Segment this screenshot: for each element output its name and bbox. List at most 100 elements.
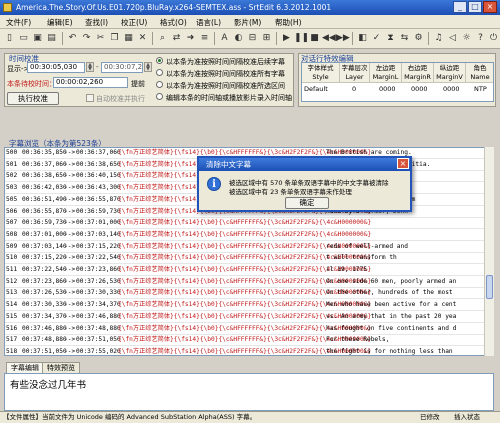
row-arrow: -->: [64, 242, 76, 250]
forward-icon[interactable]: ▶▶: [336, 32, 350, 45]
menu-find[interactable]: 查找(I): [85, 17, 108, 28]
row-start-time: 00:36:51,490: [22, 195, 67, 203]
tools-icon[interactable]: ⚙: [412, 32, 425, 45]
delete-icon[interactable]: ✕: [136, 32, 149, 45]
cut-icon[interactable]: ✂: [94, 32, 107, 45]
shift-value-field[interactable]: 00:00:02,260: [53, 77, 128, 88]
minimize-button[interactable]: _: [453, 1, 467, 13]
auto-checkbox[interactable]: [86, 94, 94, 102]
paste-icon[interactable]: ▦: [122, 32, 135, 45]
row-end-time: 00:36:38,650: [76, 160, 121, 168]
translate-icon[interactable]: ⇆: [398, 32, 411, 45]
shift-label: 本条待校时间：: [7, 80, 56, 88]
row-end-time: 00:37:01,000: [76, 219, 121, 227]
display-start-field[interactable]: 00:30:05,030: [27, 62, 85, 73]
row-start-time: 00:36:55,870: [22, 207, 67, 215]
display-end-field[interactable]: 00:30:07,290: [101, 62, 143, 73]
table-row[interactable]: 514 00:37:30,330 --> 00:37:34,370 {\fn方正综艺简体…: [5, 300, 485, 312]
row-start-time: 00:36:38,650: [22, 172, 67, 180]
info-icon[interactable]: ?: [474, 32, 487, 45]
save-icon[interactable]: ▣: [31, 32, 44, 45]
menu-help[interactable]: 帮助(H): [275, 17, 302, 28]
rewind-icon[interactable]: ◀◀: [322, 32, 336, 45]
row-arrow: -->: [64, 149, 76, 156]
goto-icon[interactable]: ➜: [184, 32, 197, 45]
timeline-icon[interactable]: ⧗: [384, 32, 397, 45]
tab-effect-preview[interactable]: 特效预览: [42, 362, 80, 373]
editor-text[interactable]: 有些没念过几年书: [10, 380, 86, 391]
table-row[interactable]: 511 00:37:22,540 --> 00:37:23,860 {\fn方正综艺简体…: [5, 265, 485, 276]
table-row[interactable]: 515 00:37:34,370 --> 00:37:46,880 {\fn方正综艺简体…: [5, 312, 485, 323]
maximize-button[interactable]: □: [468, 1, 482, 13]
color-icon[interactable]: ◐: [232, 32, 245, 45]
row-index: 506: [6, 207, 18, 215]
list-icon[interactable]: ≡: [198, 32, 211, 45]
row-arrow: -->: [64, 301, 76, 309]
undo-icon[interactable]: ↶: [66, 32, 79, 45]
redo-icon[interactable]: ↷: [80, 32, 93, 45]
toolbar-separator: [62, 32, 63, 45]
close-button[interactable]: ×: [483, 1, 497, 13]
row-start-time: 00:36:42,030: [22, 184, 67, 192]
table-row[interactable]: 513 00:37:26,530 --> 00:37:30,330 {\fn方正综艺简体…: [5, 288, 485, 300]
list-scrollbar[interactable]: [484, 147, 494, 356]
row-start-time: 00:37:46,880: [22, 324, 67, 332]
option-radio-4[interactable]: [156, 93, 163, 100]
row-arrow: -->: [64, 207, 76, 215]
style-table[interactable]: 字体样式 Style 字幕层次 Layer 左边距 MarginL 右边距 Ma…: [301, 62, 494, 102]
table-row[interactable]: 507 00:36:59,730 --> 00:37:01,000 {\fn方正综艺简体…: [5, 218, 485, 230]
settings-icon[interactable]: ☼: [460, 32, 473, 45]
menu-format[interactable]: 格式(O): [160, 17, 187, 28]
table-row[interactable]: 510 00:37:15,220 --> 00:37:22,540 {\fn方正综艺简体…: [5, 253, 485, 265]
replace-icon[interactable]: ⇄: [170, 32, 183, 45]
menu-edit[interactable]: 编辑(E): [47, 17, 73, 28]
row-arrow: -->: [64, 266, 76, 273]
copy-icon[interactable]: ❐: [108, 32, 121, 45]
row-index: 512: [6, 277, 18, 285]
menu-correct[interactable]: 校正(U): [121, 17, 147, 28]
speaker-icon[interactable]: ◁: [446, 32, 459, 45]
dialog-ok-button[interactable]: 确定: [285, 197, 329, 209]
split-icon[interactable]: ⊟: [246, 32, 259, 45]
option-radio-3[interactable]: [156, 81, 163, 88]
table-row[interactable]: 509 00:37:03,140 --> 00:37:15,220 {\fn方正综艺简体…: [5, 242, 485, 253]
dialog-close-button[interactable]: ×: [397, 158, 409, 169]
dictionary-icon[interactable]: ◧: [356, 32, 369, 45]
row-index: 511: [6, 266, 18, 273]
row-end-time: 00:36:37,060: [76, 149, 121, 156]
table-row[interactable]: 518 00:37:51,050 --> 00:37:55,020 {\fn方正综艺简体…: [5, 347, 485, 355]
music-icon[interactable]: ♫: [432, 32, 445, 45]
menu-movie[interactable]: 影片(M): [234, 17, 261, 28]
table-row[interactable]: 512 00:37:23,860 --> 00:37:26,530 {\fn方正综艺简体…: [5, 277, 485, 288]
menu-file[interactable]: 文件(F): [6, 17, 31, 28]
row-text: reds of well-armed and: [326, 242, 408, 250]
save-as-icon[interactable]: ▤: [45, 32, 58, 45]
spellcheck-icon[interactable]: ✓: [370, 32, 383, 45]
table-row[interactable]: 517 00:37:48,880 --> 00:37:51,050 {\fn方正综艺简体…: [5, 335, 485, 347]
font-icon[interactable]: A: [218, 32, 231, 45]
search-icon[interactable]: ⌕: [156, 32, 169, 45]
open-folder-icon[interactable]: ▭: [17, 32, 30, 45]
option-radio-1[interactable]: [156, 57, 163, 64]
new-file-icon[interactable]: ▯: [3, 32, 16, 45]
table-row[interactable]: 516 00:37:46,880 --> 00:37:48,880 {\fn方正综艺简体…: [5, 324, 485, 335]
pause-icon[interactable]: ❚❚: [294, 32, 309, 45]
execute-button[interactable]: 执行校准: [7, 92, 59, 105]
scrollbar-thumb[interactable]: [486, 275, 493, 299]
menu-language[interactable]: 语言(L): [196, 17, 221, 28]
subtitle-editor[interactable]: 有些没念过几年书: [4, 373, 494, 411]
row-arrow: -->: [64, 219, 76, 227]
table-row[interactable]: 508 00:37:01,000 --> 00:37:03,140 {\fn方正综艺简体…: [5, 230, 485, 241]
exit-icon[interactable]: ⏻: [487, 32, 500, 45]
row-arrow: -->: [64, 184, 76, 192]
end-spinner[interactable]: ▲ ▼: [144, 62, 152, 72]
merge-icon[interactable]: ⊞: [260, 32, 273, 45]
start-spinner[interactable]: ▲ ▼: [86, 62, 94, 72]
row-end-time: 00:37:22,540: [76, 254, 121, 262]
play-icon[interactable]: ▶: [280, 32, 293, 45]
row-start-time: 00:37:15,220: [22, 254, 67, 262]
option-radio-2[interactable]: [156, 69, 163, 76]
row-index: 516: [6, 324, 18, 332]
tab-subtitle-edit[interactable]: 字幕编辑: [6, 362, 44, 373]
stop-icon[interactable]: ■: [308, 32, 321, 45]
